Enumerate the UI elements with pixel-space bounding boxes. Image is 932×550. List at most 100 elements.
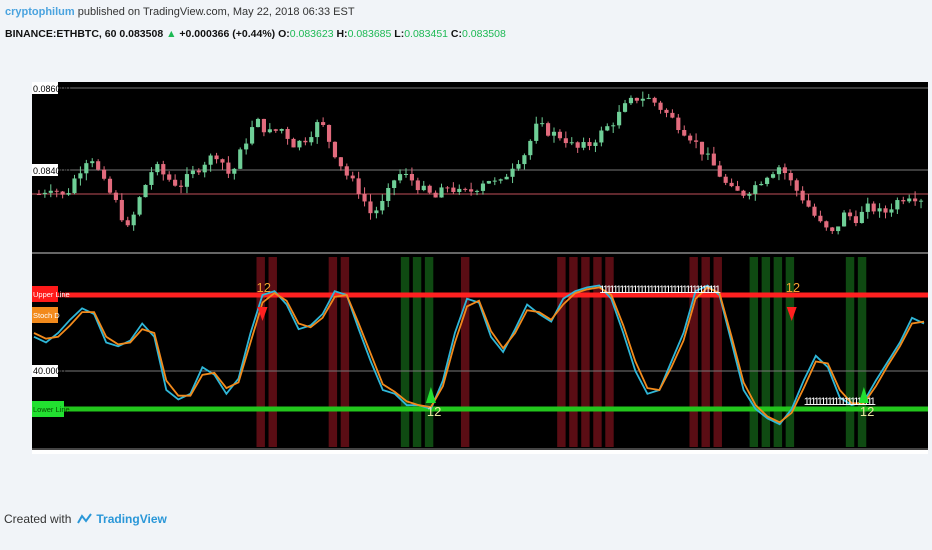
- candle: [818, 215, 823, 222]
- x-tick-label: 20: [615, 453, 625, 454]
- candle: [776, 167, 782, 175]
- candle: [729, 182, 734, 187]
- candle: [315, 122, 320, 138]
- candle: [617, 111, 622, 126]
- up-arrow-icon: ▲: [166, 28, 177, 40]
- candle: [463, 188, 468, 190]
- candle: [326, 124, 332, 142]
- candle: [72, 178, 77, 194]
- candle: [119, 199, 124, 221]
- candle: [705, 153, 710, 155]
- last-price: 0.083508: [119, 28, 164, 40]
- candle: [628, 97, 634, 104]
- x-tick-label: 15: [32, 453, 42, 454]
- upper-line-label: Upper Line: [33, 290, 70, 299]
- x-tick-label: 12:00: [550, 453, 573, 454]
- candle: [540, 123, 545, 125]
- footer: Created with TradingView: [4, 512, 167, 526]
- candle: [765, 177, 770, 184]
- candle: [634, 97, 639, 101]
- candle: [806, 200, 811, 207]
- candle: [782, 167, 787, 174]
- candle: [445, 187, 450, 189]
- candle: [66, 193, 71, 195]
- candle: [250, 127, 255, 144]
- x-tick-label: 12:00: [900, 453, 923, 454]
- created-with: Created with: [4, 512, 72, 526]
- candle: [847, 212, 853, 217]
- candle: [84, 163, 89, 174]
- candle: [913, 198, 918, 202]
- candle: [48, 190, 53, 193]
- candle: [652, 97, 657, 103]
- overbought-zone: [581, 257, 590, 447]
- candle: [208, 155, 213, 165]
- symbol: BINANCE:ETHBTC, 60: [5, 28, 117, 40]
- x-tick-label: 18: [382, 453, 392, 454]
- candle: [492, 180, 497, 182]
- candle: [78, 173, 83, 179]
- x-tick-label: 12:00: [201, 453, 224, 454]
- candle: [155, 164, 160, 173]
- candle: [557, 131, 562, 139]
- signal-label: 12: [786, 280, 800, 295]
- candle: [173, 179, 178, 186]
- low-value: 0.083451: [404, 28, 448, 40]
- candle: [611, 125, 616, 127]
- candle: [161, 164, 166, 175]
- x-tick-label: 22: [848, 453, 858, 454]
- candle: [918, 200, 924, 202]
- candle: [723, 176, 728, 183]
- candle: [676, 117, 681, 131]
- oversold-zone: [412, 257, 422, 447]
- tradingview-icon: [77, 513, 93, 524]
- chart-svg: 0.086000 0.084000 111111111111111111111111…: [32, 82, 928, 454]
- overbought-zone: [460, 257, 470, 447]
- overbought-zone: [557, 257, 566, 447]
- candle: [178, 185, 184, 187]
- candle: [599, 130, 604, 143]
- candle: [184, 174, 190, 187]
- signal-label: 12: [427, 404, 441, 419]
- x-tick-label: 12:00: [667, 453, 690, 454]
- candle: [285, 128, 290, 139]
- candle: [190, 170, 195, 175]
- candle: [486, 181, 491, 184]
- candle: [409, 173, 414, 181]
- chart-area[interactable]: 0.086000 0.084000 111111111111111111111111…: [32, 82, 928, 454]
- candle: [474, 190, 480, 192]
- oversold-zone: [749, 257, 759, 447]
- candle: [321, 122, 326, 125]
- open-value: 0.083623: [289, 28, 334, 40]
- candle: [569, 142, 574, 144]
- candle: [415, 180, 420, 191]
- ohlc-line: BINANCE:ETHBTC, 60 0.083508 ▲ +0.000366 …: [5, 28, 506, 40]
- author-link[interactable]: cryptophilum: [5, 6, 75, 18]
- candle: [332, 141, 338, 158]
- candle: [374, 210, 379, 214]
- candle: [356, 178, 361, 194]
- candle: [836, 226, 841, 232]
- x-tick-label: 12:00: [84, 453, 107, 454]
- candle: [238, 149, 243, 169]
- signal-label: 12: [257, 280, 271, 295]
- candle: [303, 140, 308, 143]
- oversold-zone: [400, 257, 410, 447]
- y-tick-label: 0.084000: [33, 166, 71, 176]
- candle: [196, 170, 201, 173]
- publish-line: cryptophilum published on TradingView.co…: [5, 6, 355, 18]
- candle: [297, 140, 302, 148]
- candle: [220, 159, 225, 163]
- x-tick-label: 12:00: [434, 453, 457, 454]
- candle: [551, 131, 557, 136]
- price-change: +0.000366 (+0.44%): [179, 28, 276, 40]
- candle: [149, 172, 154, 185]
- candle: [575, 142, 580, 148]
- candle: [344, 166, 349, 176]
- candle: [688, 135, 693, 141]
- candle: [889, 209, 894, 213]
- x-tick-label: 16: [149, 453, 159, 454]
- candle: [261, 118, 266, 133]
- tradingview-logo[interactable]: TradingView: [77, 512, 167, 526]
- candle: [504, 176, 509, 180]
